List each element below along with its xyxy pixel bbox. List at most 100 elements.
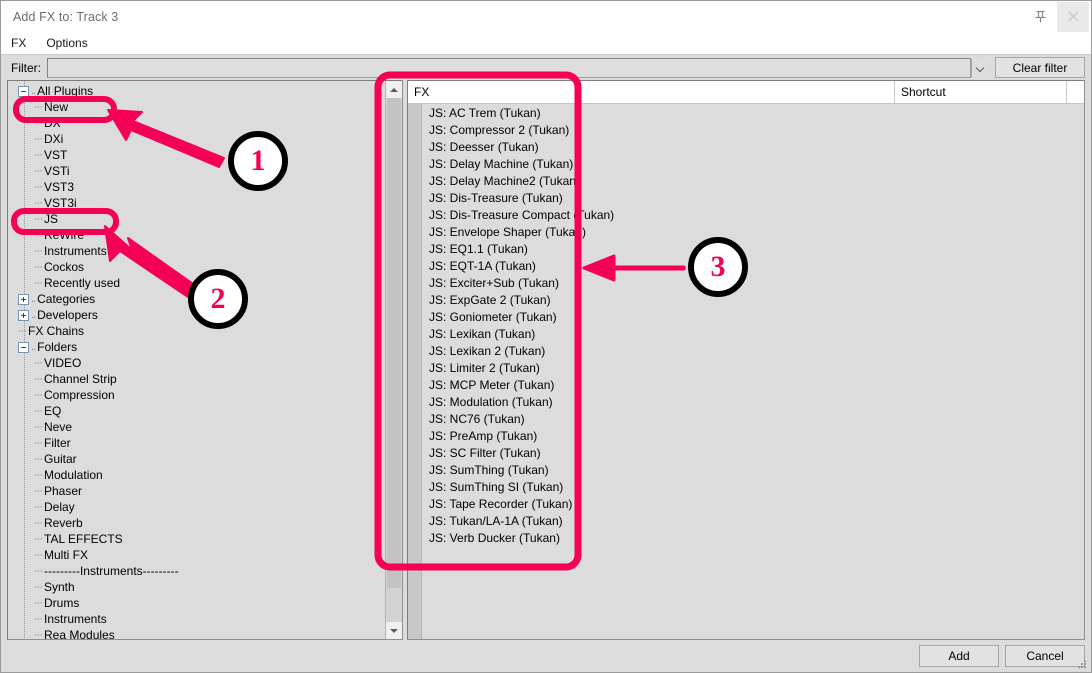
tree-item-folders[interactable]: .. Folders [12, 339, 385, 355]
tree-item-vst[interactable]: ··· VST [12, 147, 385, 163]
fx-list-item[interactable]: JS: Tukan/LA-1A (Tukan) [422, 513, 1084, 530]
tree-dots: .. [31, 341, 36, 353]
tree-item-instruments[interactable]: ··· Instruments [12, 611, 385, 627]
fx-list-item[interactable]: JS: PreAmp (Tukan) [422, 428, 1084, 445]
tree-dots: .. [31, 293, 36, 305]
tree-item-synth[interactable]: ··· Synth [12, 579, 385, 595]
column-header-extra[interactable] [1067, 81, 1084, 103]
tree-item-neve[interactable]: ··· Neve [12, 419, 385, 435]
fx-list-item[interactable]: JS: EQ1.1 (Tukan) [422, 241, 1084, 258]
clear-filter-button[interactable]: Clear filter [995, 57, 1085, 78]
collapse-icon[interactable] [18, 85, 29, 97]
tree-dots: ··· [34, 517, 43, 529]
fx-list-item[interactable]: JS: SC Filter (Tukan) [422, 445, 1084, 462]
tree-item-tal-effects[interactable]: ··· TAL EFFECTS [12, 531, 385, 547]
tree-item-label: TAL EFFECTS [44, 532, 123, 546]
filter-combobox[interactable] [47, 57, 971, 78]
tree-item-all-plugins[interactable]: .. All Plugins [12, 83, 385, 99]
scroll-down-icon[interactable] [386, 622, 402, 639]
tree-item-new[interactable]: ··· New [12, 99, 385, 115]
fx-list-item[interactable]: JS: Verb Ducker (Tukan) [422, 530, 1084, 547]
tree-item-vst3[interactable]: ··· VST3 [12, 179, 385, 195]
tree-dots: ··· [34, 389, 43, 401]
fx-list-item[interactable]: JS: Lexikan 2 (Tukan) [422, 343, 1084, 360]
fx-list-item[interactable]: JS: Envelope Shaper (Tukan) [422, 224, 1084, 241]
fx-list-item[interactable]: JS: ExpGate 2 (Tukan) [422, 292, 1084, 309]
tree-item-drums[interactable]: ··· Drums [12, 595, 385, 611]
tree-item-label: ---------Instruments--------- [44, 564, 179, 578]
fx-list-item[interactable]: JS: Delay Machine (Tukan) [422, 156, 1084, 173]
menu-item-fx[interactable]: FX [11, 36, 26, 50]
column-header-fx[interactable]: FX [408, 81, 895, 103]
tree-item-label: Drums [44, 596, 80, 610]
tree-item-vsti[interactable]: ··· VSTi [12, 163, 385, 179]
cancel-button[interactable]: Cancel [1005, 645, 1085, 667]
tree-item-phaser[interactable]: ··· Phaser [12, 483, 385, 499]
filter-input[interactable] [48, 59, 970, 76]
scrollbar-track[interactable] [386, 98, 402, 622]
fx-list-item[interactable]: JS: Tape Recorder (Tukan) [422, 496, 1084, 513]
tree-dots: ··· [34, 133, 43, 145]
annotation-marker-1: 1 [228, 131, 288, 191]
fx-list-item[interactable]: JS: SumThing SI (Tukan) [422, 479, 1084, 496]
tree-item-filter[interactable]: ··· Filter [12, 435, 385, 451]
tree-item-label: Instruments [44, 612, 107, 626]
tree-item-dxi[interactable]: ··· DXi [12, 131, 385, 147]
scroll-up-icon[interactable] [386, 81, 402, 98]
tree-item-rewire[interactable]: ··· ReWire [12, 227, 385, 243]
fx-list-item[interactable]: JS: Limiter 2 (Tukan) [422, 360, 1084, 377]
fx-list-item[interactable]: JS: Goniometer (Tukan) [422, 309, 1084, 326]
tree-item-fx-chains[interactable]: ··· FX Chains [12, 323, 385, 339]
tree-item-multi-fx[interactable]: ··· Multi FX [12, 547, 385, 563]
fx-list-item[interactable]: JS: Compressor 2 (Tukan) [422, 122, 1084, 139]
tree-dots: ··· [34, 277, 43, 289]
tree-item-vst3i[interactable]: ··· VST3i [12, 195, 385, 211]
fx-list-scrollbar[interactable] [408, 104, 422, 639]
fx-list-items[interactable]: JS: AC Trem (Tukan) JS: Compressor 2 (Tuk… [422, 104, 1084, 639]
fx-list-item[interactable]: JS: Lexikan (Tukan) [422, 326, 1084, 343]
tree-item-cockos[interactable]: ··· Cockos [12, 259, 385, 275]
tree-item-label: VST3 [44, 180, 75, 194]
fx-list-item[interactable]: JS: EQT-1A (Tukan) [422, 258, 1084, 275]
resize-grip-icon[interactable] [1076, 658, 1088, 670]
expand-icon[interactable] [18, 309, 29, 321]
tree-item-reverb[interactable]: ··· Reverb [12, 515, 385, 531]
fx-list-item[interactable]: JS: Dis-Treasure Compact (Tukan) [422, 207, 1084, 224]
tree-scrollbar[interactable] [385, 81, 402, 639]
fx-list-item[interactable]: JS: Exciter+Sub (Tukan) [422, 275, 1084, 292]
dialog-footer: Add Cancel [1, 640, 1091, 672]
tree-item-label: Cockos [44, 260, 85, 274]
tree-item-label: EQ [44, 404, 62, 418]
tree-item-eq[interactable]: ··· EQ [12, 403, 385, 419]
scrollbar-thumb[interactable] [387, 98, 401, 588]
tree-item-dx[interactable]: ··· DX [12, 115, 385, 131]
fx-list-item[interactable]: JS: SumThing (Tukan) [422, 462, 1084, 479]
close-icon[interactable] [1057, 1, 1089, 32]
tree-item-compression[interactable]: ··· Compression [12, 387, 385, 403]
fx-list-item[interactable]: JS: Modulation (Tukan) [422, 394, 1084, 411]
menu-item-options[interactable]: Options [46, 36, 87, 50]
fx-list-item[interactable]: JS: Deesser (Tukan) [422, 139, 1084, 156]
tree-item-modulation[interactable]: ··· Modulation [12, 467, 385, 483]
tree-item-delay[interactable]: ··· Delay [12, 499, 385, 515]
fx-list-item[interactable]: JS: MCP Meter (Tukan) [422, 377, 1084, 394]
pin-icon[interactable] [1023, 2, 1057, 32]
collapse-icon[interactable] [18, 341, 29, 353]
tree-item-label: ReWire [44, 228, 85, 242]
fx-list-item[interactable]: JS: NC76 (Tukan) [422, 411, 1084, 428]
fx-list-item[interactable]: JS: Dis-Treasure (Tukan) [422, 190, 1084, 207]
column-header-shortcut[interactable]: Shortcut [895, 81, 1067, 103]
tree-item-guitar[interactable]: ··· Guitar [12, 451, 385, 467]
chevron-down-icon[interactable] [971, 58, 989, 77]
tree-item-channel-strip[interactable]: ··· Channel Strip [12, 371, 385, 387]
add-button[interactable]: Add [919, 645, 999, 667]
tree-item-rea-modules[interactable]: ··· Rea Modules [12, 627, 385, 639]
plugin-tree[interactable]: .. All Plugins ··· New ··· DX ··· DXi ··· VST ··· V… [8, 81, 385, 639]
expand-icon[interactable] [18, 293, 29, 305]
fx-list-item[interactable]: JS: AC Trem (Tukan) [422, 105, 1084, 122]
tree-item-instruments[interactable]: ··· ---------Instruments--------- [12, 563, 385, 579]
fx-list-item[interactable]: JS: Delay Machine2 (Tukan) [422, 173, 1084, 190]
tree-item-video[interactable]: ··· VIDEO [12, 355, 385, 371]
tree-item-instruments[interactable]: ··· Instruments [12, 243, 385, 259]
tree-item-js[interactable]: ··· JS [12, 211, 385, 227]
